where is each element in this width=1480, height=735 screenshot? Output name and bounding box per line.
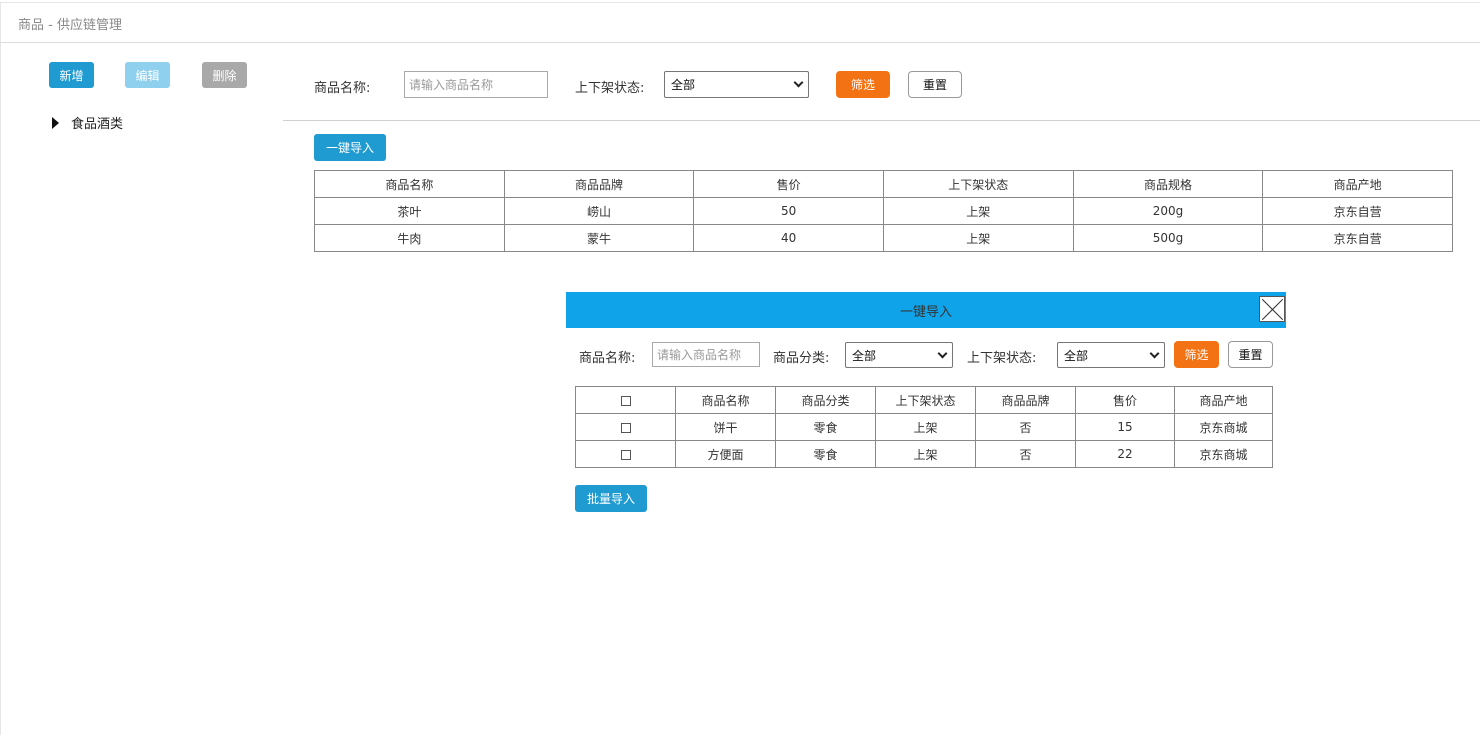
- table-cell: 京东自营: [1262, 197, 1453, 225]
- modal-category-select[interactable]: 全部: [845, 342, 953, 368]
- table-cell: 饼干: [675, 413, 776, 441]
- table-header-row: 商品名称 商品分类 上下架状态 商品品牌 售价 商品产地: [575, 386, 1273, 414]
- product-table: 商品名称 商品品牌 售价 上下架状态 商品规格 商品产地 茶叶 崂山 50 上架…: [314, 170, 1453, 252]
- select-all-cell: [575, 386, 676, 414]
- table-row[interactable]: 方便面 零食 上架 否 22 京东商城: [575, 440, 1273, 468]
- window-top-border: [0, 2, 1480, 3]
- modal-product-name-input[interactable]: [652, 342, 760, 367]
- table-row[interactable]: 饼干 零食 上架 否 15 京东商城: [575, 413, 1273, 441]
- modal-product-name-label: 商品名称:: [579, 351, 636, 366]
- filter-divider: [283, 120, 1480, 121]
- chevron-down-icon: [937, 348, 948, 358]
- table-cell: 京东商城: [1174, 413, 1273, 441]
- close-icon[interactable]: [1259, 296, 1285, 322]
- table-cell: 崂山: [503, 197, 695, 225]
- tree-node-food-wine[interactable]: 食品酒类: [52, 113, 123, 132]
- column-header: 商品品牌: [975, 386, 1076, 414]
- modal-status-label: 上下架状态:: [967, 351, 1037, 366]
- table-cell: 50: [693, 197, 884, 225]
- product-name-input[interactable]: [404, 71, 548, 98]
- table-cell: 京东商城: [1174, 440, 1273, 468]
- column-header: 商品规格: [1072, 170, 1264, 198]
- import-table: 商品名称 商品分类 上下架状态 商品品牌 售价 商品产地 饼干 零食 上架 否 …: [575, 386, 1273, 468]
- column-header: 商品名称: [314, 170, 505, 198]
- table-cell: 22: [1075, 440, 1175, 468]
- window-left-border: [0, 2, 1, 735]
- modal-title: 一键导入: [899, 304, 952, 320]
- modal-status-value: 全部: [1064, 348, 1089, 363]
- status-label: 上下架状态:: [575, 81, 645, 96]
- one-click-import-button[interactable]: 一键导入: [314, 134, 386, 161]
- table-cell: 上架: [875, 440, 976, 468]
- filter-button[interactable]: 筛选: [836, 71, 890, 98]
- column-header: 售价: [693, 170, 884, 198]
- row-checkbox[interactable]: [620, 449, 631, 460]
- column-header: 商品产地: [1174, 386, 1273, 414]
- table-row[interactable]: 牛肉 蒙牛 40 上架 500g 京东自营: [314, 224, 1453, 252]
- row-select-cell: [575, 440, 676, 468]
- reset-button[interactable]: 重置: [908, 71, 962, 98]
- column-header: 售价: [1075, 386, 1175, 414]
- table-cell: 上架: [882, 197, 1074, 225]
- modal-filter-button[interactable]: 筛选: [1174, 341, 1219, 368]
- table-cell: 500g: [1072, 224, 1264, 252]
- status-select[interactable]: 全部: [664, 71, 809, 98]
- column-header: 商品产地: [1262, 170, 1453, 198]
- table-cell: 200g: [1072, 197, 1264, 225]
- modal-status-select[interactable]: 全部: [1057, 342, 1165, 368]
- row-select-cell: [575, 413, 676, 441]
- column-header: 上下架状态: [882, 170, 1074, 198]
- modal-reset-button[interactable]: 重置: [1228, 341, 1273, 368]
- product-name-label: 商品名称:: [314, 81, 371, 96]
- chevron-down-icon: [1149, 348, 1160, 358]
- status-select-value: 全部: [671, 78, 696, 92]
- table-cell: 40: [693, 224, 884, 252]
- edit-button[interactable]: 编辑: [125, 62, 170, 88]
- import-modal-header: 一键导入: [566, 292, 1286, 328]
- row-checkbox[interactable]: [620, 422, 631, 433]
- page-title: 商品 - 供应链管理: [18, 18, 122, 33]
- chevron-down-icon: [793, 77, 804, 88]
- table-cell: 茶叶: [314, 197, 505, 225]
- table-cell: 上架: [882, 224, 1074, 252]
- table-header-row: 商品名称 商品品牌 售价 上下架状态 商品规格 商品产地: [314, 170, 1453, 198]
- column-header: 商品品牌: [503, 170, 695, 198]
- table-cell: 零食: [775, 413, 876, 441]
- table-cell: 方便面: [675, 440, 776, 468]
- table-cell: 15: [1075, 413, 1175, 441]
- tree-node-label: 食品酒类: [71, 117, 124, 132]
- delete-button[interactable]: 删除: [202, 62, 247, 88]
- table-cell: 蒙牛: [503, 224, 695, 252]
- batch-import-button[interactable]: 批量导入: [575, 485, 647, 512]
- column-header: 商品分类: [775, 386, 876, 414]
- table-cell: 上架: [875, 413, 976, 441]
- add-button[interactable]: 新增: [49, 62, 94, 88]
- table-cell: 零食: [775, 440, 876, 468]
- caret-right-icon[interactable]: [52, 116, 59, 129]
- modal-category-value: 全部: [852, 348, 877, 363]
- column-header: 上下架状态: [875, 386, 976, 414]
- select-all-checkbox[interactable]: [620, 395, 631, 406]
- table-row[interactable]: 茶叶 崂山 50 上架 200g 京东自营: [314, 197, 1453, 225]
- table-cell: 否: [975, 440, 1076, 468]
- modal-category-label: 商品分类:: [773, 351, 830, 366]
- table-cell: 京东自营: [1262, 224, 1453, 252]
- column-header: 商品名称: [675, 386, 776, 414]
- table-cell: 牛肉: [314, 224, 505, 252]
- table-cell: 否: [975, 413, 1076, 441]
- title-divider: [0, 42, 1480, 43]
